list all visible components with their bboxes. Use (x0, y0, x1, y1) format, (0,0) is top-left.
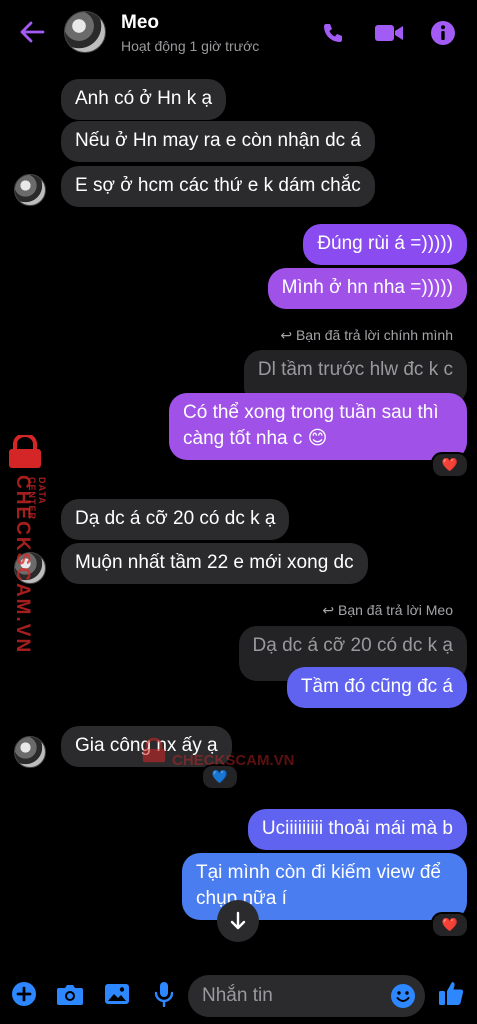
incoming-message[interactable]: Dạ dc á cỡ 20 có dc k ạ (61, 499, 290, 540)
watermark-logo: CHECKSCAM.VN DATA CENTER (5, 433, 51, 654)
reply-arrow-icon: ↩ (280, 327, 296, 343)
emoji-icon[interactable] (389, 982, 417, 1010)
reply-note-text: Bạn đã trả lời Meo (337, 602, 453, 618)
reply-note: ↩ Bạn đã trả lời chính mình (280, 327, 453, 344)
watermark-subtext: DATA CENTER (27, 477, 47, 521)
contact-avatar[interactable] (64, 11, 106, 53)
message-line: Tại mình còn đi kiếm view để (196, 862, 441, 883)
message-line: càng tốt nha c 😊 (183, 428, 328, 449)
contact-name[interactable]: Meo (121, 12, 159, 34)
incoming-message[interactable]: Muộn nhất tầm 22 e mới xong dc (61, 543, 368, 584)
like-thumbs-up-icon[interactable] (436, 978, 466, 1008)
back-arrow-icon[interactable] (14, 16, 50, 48)
incoming-message[interactable]: Nếu ở Hn may ra e còn nhận dc á (61, 121, 376, 162)
lock-icon (142, 737, 166, 763)
scroll-down-button[interactable] (217, 900, 259, 942)
outgoing-message[interactable]: Đúng rùi á =))))) (303, 224, 467, 265)
reply-arrow-icon: ↩ (322, 602, 338, 618)
message-input[interactable]: Nhắn tin (188, 975, 425, 1017)
watermark-center-text: CHECKSCAM.VN (172, 752, 295, 769)
heart-reaction-icon[interactable]: ❤️ (431, 452, 469, 478)
chat-header: Meo Hoạt động 1 giờ trước (0, 0, 477, 64)
sender-avatar (14, 174, 46, 206)
outgoing-message[interactable]: Có thể xong trong tuần sau thì càng tốt … (169, 393, 467, 460)
message-line: Có thể xong trong tuần sau thì (183, 402, 439, 423)
message-input-placeholder: Nhắn tin (202, 985, 273, 1006)
reply-note-text: Bạn đã trả lời chính mình (295, 327, 453, 343)
watermark-center: CHECKSCAM.VN (140, 734, 295, 773)
video-call-icon[interactable] (372, 18, 406, 48)
outgoing-message[interactable]: Tầm đó cũng đc á (286, 667, 467, 708)
incoming-message[interactable]: E sợ ở hcm các thứ e k dám chắc (61, 166, 375, 207)
arrow-down-icon (230, 911, 246, 930)
heart-reaction-icon[interactable]: ❤️ (431, 912, 469, 938)
contact-status: Hoạt động 1 giờ trước (121, 38, 260, 54)
microphone-icon[interactable] (150, 980, 178, 1008)
sender-avatar (14, 736, 46, 768)
gallery-icon[interactable] (103, 980, 131, 1008)
plus-icon[interactable] (10, 980, 38, 1008)
outgoing-message[interactable]: Uciiiiiiiii thoải mái mà b (247, 809, 467, 850)
lock-icon (9, 433, 41, 468)
composer-bar: Nhắn tin (0, 958, 477, 1024)
incoming-message[interactable]: Anh có ở Hn k ạ (61, 79, 227, 120)
outgoing-message[interactable]: Mình ở hn nha =))))) (267, 268, 467, 309)
info-icon[interactable] (428, 18, 458, 48)
camera-icon[interactable] (56, 980, 84, 1008)
phone-call-icon[interactable] (318, 18, 348, 48)
reply-note: ↩ Bạn đã trả lời Meo (322, 602, 453, 619)
